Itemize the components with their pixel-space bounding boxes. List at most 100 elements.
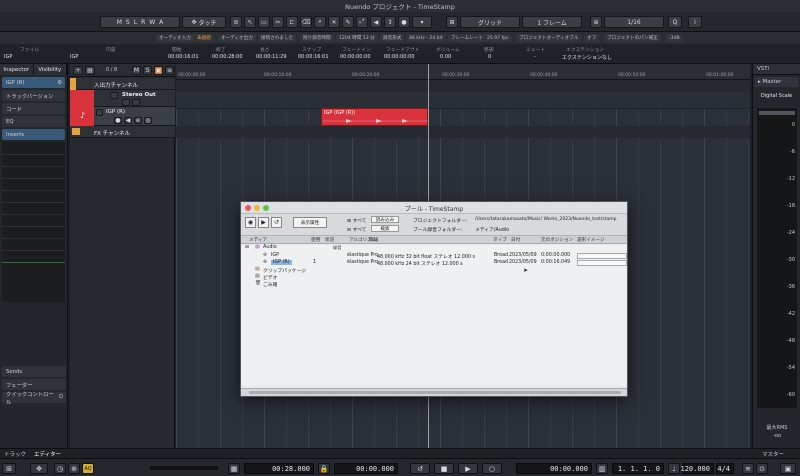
list-item[interactable]: ▤ クリップパッケージ xyxy=(241,267,627,274)
zoom-icon[interactable]: ⊕ xyxy=(68,463,80,474)
tempo-display[interactable]: 120.000 xyxy=(680,463,714,474)
quantize-apply-icon[interactable]: Q xyxy=(668,16,682,28)
transpose-value[interactable]: 0 xyxy=(488,54,491,60)
select-tool-icon[interactable]: ↖ xyxy=(244,16,256,28)
draw-tool-icon[interactable]: ✎ xyxy=(342,16,354,28)
mute-button[interactable] xyxy=(110,92,118,99)
col-date[interactable]: 日付 xyxy=(511,237,520,243)
end-value[interactable]: 00:00:28:00 xyxy=(212,54,243,60)
layout-icon[interactable]: ▣ xyxy=(780,463,796,474)
mute-tool-icon[interactable]: ✕ xyxy=(328,16,340,28)
info-icon[interactable]: i xyxy=(688,16,702,28)
stop-icon[interactable]: ■ xyxy=(434,463,454,474)
quantize-select[interactable]: 1/16 xyxy=(604,16,664,28)
power-icon[interactable]: ⏻ xyxy=(59,394,63,401)
time-warp-icon[interactable]: ⤢ xyxy=(356,16,368,28)
edit-button[interactable]: e xyxy=(134,117,142,124)
track-igp[interactable]: ♪ IGP (R) ● ◀ e ◎ xyxy=(70,107,175,126)
section-sends[interactable]: Sends xyxy=(2,366,66,377)
mode-buttons[interactable]: M S L R W A xyxy=(100,16,180,28)
list-item[interactable]: ▤ ビデオ xyxy=(241,274,627,281)
fade-out-value[interactable]: 00:00:00:00 xyxy=(384,54,415,60)
inspector-track-name[interactable]: IGP (R) ⚙ xyxy=(2,77,65,88)
mute-value[interactable]: - xyxy=(534,54,536,60)
volume-value[interactable]: 0.00 xyxy=(440,54,451,60)
pool-window[interactable]: プール - TimeStamp ◉ ▶ ↺ 表示属性 ⊞ すべて ⊟ すべて 読… xyxy=(240,201,628,397)
settings-icon[interactable]: ⊙ xyxy=(756,463,768,474)
folder-icon[interactable]: ▤ xyxy=(85,66,95,75)
length-value[interactable]: 00:00:11:29 xyxy=(256,54,287,60)
mute-all-icon[interactable]: M xyxy=(132,66,141,75)
list-item[interactable]: ⊟ ▤ Audio 録音 xyxy=(241,245,627,252)
track-stereo-out[interactable]: Stereo Out xyxy=(70,90,175,107)
mode-r[interactable]: R xyxy=(141,19,145,26)
tab-visibility[interactable]: Visibility xyxy=(33,64,67,75)
track-io[interactable]: 入出力チャンネル xyxy=(70,78,175,90)
grid-type-select[interactable]: 1 フレーム xyxy=(522,16,582,28)
section-quick-controls[interactable]: クイックコントロール ⏻ xyxy=(2,392,66,406)
position-time-display[interactable]: 00:00.000 xyxy=(516,463,592,474)
snap-value[interactable]: 00:00:16:01 xyxy=(298,54,329,60)
play-icon[interactable]: ▶ xyxy=(258,217,269,228)
aq-button[interactable]: AQ xyxy=(82,463,94,474)
file-value[interactable]: IGP xyxy=(4,54,12,60)
primary-time-display[interactable]: 00:28.000 xyxy=(244,463,314,474)
section-eq[interactable]: EQ xyxy=(2,116,65,127)
mode-m[interactable]: M xyxy=(117,19,122,26)
loop-icon[interactable]: ↺ xyxy=(271,217,282,228)
metronome-icon[interactable]: ♩ xyxy=(668,463,680,474)
col-type[interactable]: タイプ xyxy=(493,237,507,243)
zoom-tool-icon[interactable]: ⌕ xyxy=(314,16,326,28)
record-icon[interactable]: ○ xyxy=(482,463,502,474)
ruler[interactable]: 00:00:00:00 00:00:10:00 00:00:20:00 00:0… xyxy=(176,64,750,80)
list-item[interactable]: ✢ IGP élastique Pro 48.000 kHz 32 bit fl… xyxy=(241,253,627,260)
locator-left-icon[interactable]: ▦ xyxy=(228,463,240,474)
add-track-icon[interactable]: + xyxy=(73,66,83,75)
secondary-time-display[interactable]: 00:00.000 xyxy=(334,463,398,474)
lock-button[interactable]: ◎ xyxy=(144,117,152,124)
close-all-label[interactable]: ⊟ すべて xyxy=(347,226,366,233)
mute-button[interactable] xyxy=(96,109,103,116)
section-chord[interactable]: コード xyxy=(2,103,65,114)
list-item[interactable]: ✢ IGP (R) 1 élastique Pro 48.000 kHz 24 … xyxy=(241,260,627,267)
speaker-icon[interactable]: ◉ xyxy=(245,217,256,228)
col-origin[interactable]: 元のポジション xyxy=(541,237,573,243)
timeline-icon[interactable]: ◷ xyxy=(54,463,66,474)
track-fx[interactable]: FX チャンネル xyxy=(70,126,175,138)
desc-value[interactable]: IGP xyxy=(70,54,78,60)
mode-w[interactable]: W xyxy=(149,19,155,26)
extension-value[interactable]: エクステンションなし xyxy=(562,54,612,61)
click-icon[interactable]: ≋ xyxy=(742,463,754,474)
inspector-toggle-icon[interactable]: ⊞ xyxy=(2,463,16,474)
monitor-button[interactable]: ◀ xyxy=(124,117,132,124)
snap-toggle-icon[interactable]: ⊞ xyxy=(446,16,458,28)
tab-editor[interactable]: エディター xyxy=(34,450,61,458)
range-tool-icon[interactable]: ▭ xyxy=(258,16,270,28)
nudge-icon[interactable]: ✥ xyxy=(30,463,48,474)
section-fader[interactable]: フェーダー xyxy=(2,379,66,390)
section-track-versions[interactable]: トラックバージョン xyxy=(2,90,65,101)
punch-icon[interactable]: ▥ xyxy=(596,463,608,474)
tab-track[interactable]: トラック xyxy=(4,450,26,458)
col-waveform[interactable]: 波形イメージ xyxy=(577,237,604,243)
import-button[interactable]: 読み込み xyxy=(371,216,399,223)
col-status[interactable]: 状況 xyxy=(325,237,334,243)
master-selector[interactable]: ▸ Master xyxy=(755,77,798,87)
split-tool-icon[interactable]: ✂ xyxy=(272,16,284,28)
glue-tool-icon[interactable]: ⊏ xyxy=(286,16,298,28)
list-item[interactable]: 🗑 ごみ箱 xyxy=(241,281,627,288)
lock-icon[interactable]: 🔒 xyxy=(318,463,330,474)
open-all-label[interactable]: ⊞ すべて xyxy=(347,217,366,224)
tab-inspector[interactable]: Inspector xyxy=(0,64,34,75)
cursor-tool-icon[interactable]: ⊘ xyxy=(230,16,242,28)
monitor-icon[interactable]: ▣ xyxy=(154,66,163,75)
col-info[interactable]: 情報 xyxy=(369,237,378,243)
quantize-toggle-icon[interactable]: ⊕ xyxy=(590,16,602,28)
erase-tool-icon[interactable]: ⌫ xyxy=(300,16,312,28)
tab-vsti[interactable]: VSTi xyxy=(753,64,800,75)
color-tool-icon[interactable]: ● xyxy=(398,16,410,28)
signature-display[interactable]: 4/4 xyxy=(716,463,734,474)
automation-mode-select[interactable]: ✥ タッチ xyxy=(182,16,226,28)
snap-type-select[interactable]: グリッド xyxy=(460,16,520,28)
bars-display[interactable]: 1. 1. 1. 0 xyxy=(612,463,664,474)
